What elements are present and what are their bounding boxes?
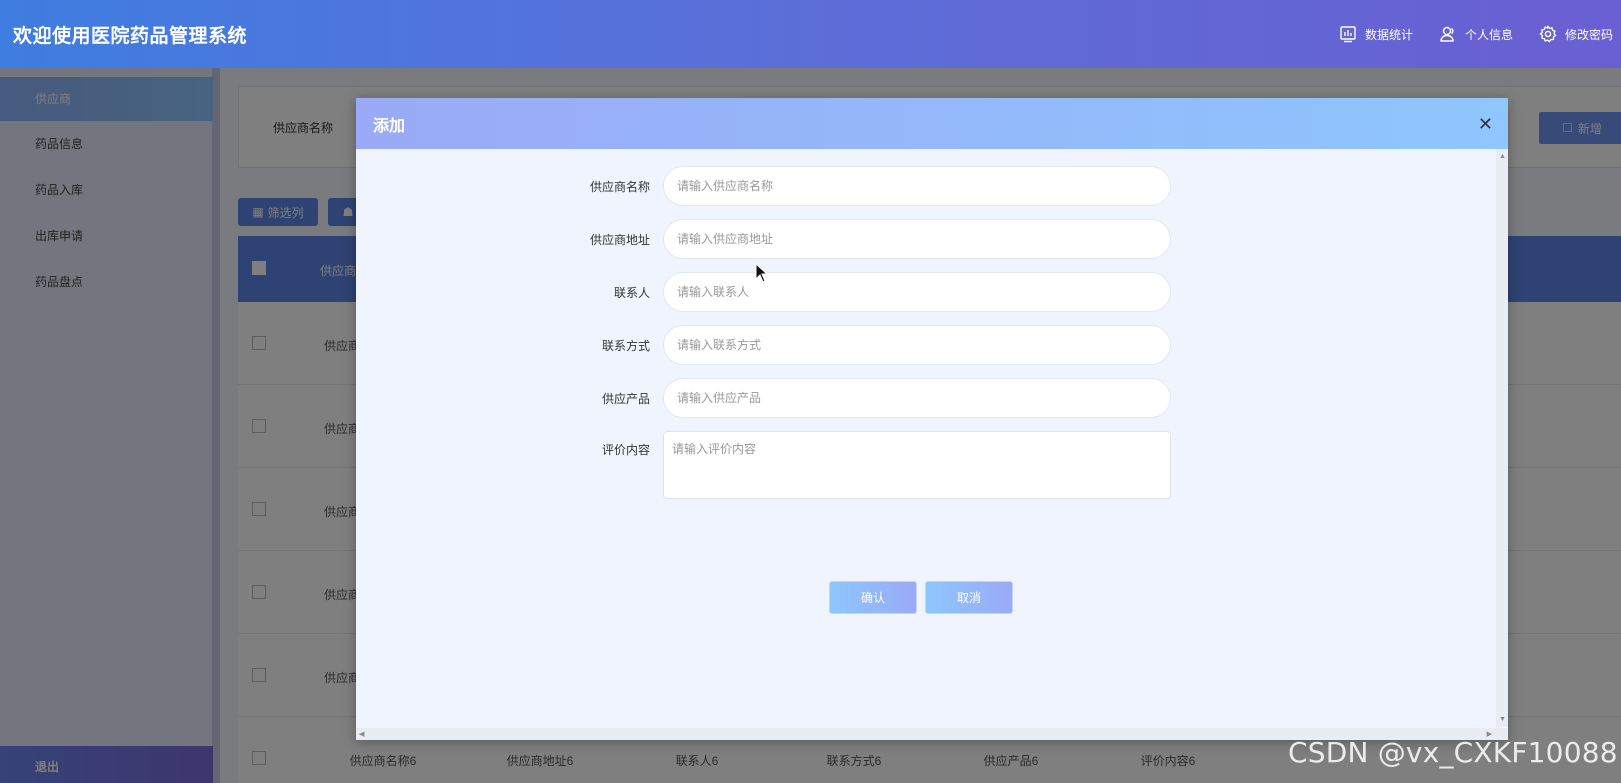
vertical-scrollbar[interactable]: ▲ ▼: [1496, 149, 1508, 727]
confirm-button[interactable]: 确认: [829, 581, 917, 614]
contact-input[interactable]: [663, 272, 1171, 312]
supplier-address-label: 供应商地址: [589, 232, 650, 247]
contact-label: 联系人: [613, 285, 650, 300]
supplier-address-input[interactable]: [663, 219, 1171, 259]
dialog-header: 添加 ✕: [356, 98, 1508, 149]
form-row-supplier-name: 供应商名称: [556, 166, 1171, 206]
scroll-up-arrow-icon[interactable]: ▲: [1499, 153, 1506, 160]
header-actions: 数据统计 个人信息 修改密码: [1339, 25, 1613, 43]
stats-button[interactable]: 数据统计: [1339, 25, 1413, 43]
gear-icon: [1539, 25, 1557, 43]
add-dialog: 添加 ✕ 供应商名称 供应商地址 联系人 联系方式 供应产品 评价内容 确认 取…: [356, 98, 1508, 740]
chart-icon: [1340, 26, 1356, 43]
watermark: CSDN @vx_CXKF10088: [1288, 736, 1618, 769]
app-title: 欢迎使用医院药品管理系统: [13, 25, 248, 47]
stats-label: 数据统计: [1364, 27, 1413, 42]
scroll-down-arrow-icon[interactable]: ▼: [1499, 716, 1506, 723]
change-password-button[interactable]: 修改密码: [1539, 25, 1613, 43]
form-row-review: 评价内容: [556, 431, 1171, 499]
review-label: 评价内容: [601, 443, 650, 457]
phone-input[interactable]: [663, 325, 1171, 365]
product-input[interactable]: [663, 378, 1171, 418]
form-row-contact: 联系人: [556, 272, 1171, 312]
review-textarea[interactable]: [663, 431, 1171, 499]
cancel-button[interactable]: 取消: [925, 581, 1013, 614]
form-row-phone: 联系方式: [556, 325, 1171, 365]
user-icon: [1440, 26, 1454, 42]
supplier-name-input[interactable]: [663, 166, 1171, 206]
profile-label: 个人信息: [1464, 27, 1513, 42]
top-header: 欢迎使用医院药品管理系统 数据统计 个人信息 修改密码: [0, 0, 1621, 68]
close-icon[interactable]: ✕: [1478, 115, 1493, 133]
product-label: 供应产品: [601, 391, 650, 406]
dialog-title: 添加: [373, 117, 406, 135]
profile-button[interactable]: 个人信息: [1439, 25, 1513, 43]
phone-label: 联系方式: [601, 338, 650, 353]
form-row-product: 供应产品: [556, 378, 1171, 418]
supplier-name-label: 供应商名称: [589, 179, 650, 194]
form-row-supplier-address: 供应商地址: [556, 219, 1171, 259]
scroll-left-arrow-icon[interactable]: ◀: [359, 730, 364, 738]
dialog-body: 供应商名称 供应商地址 联系人 联系方式 供应产品 评价内容 确认 取消: [356, 149, 1496, 727]
mouse-cursor-icon: [755, 263, 769, 283]
change-password-label: 修改密码: [1564, 27, 1613, 42]
